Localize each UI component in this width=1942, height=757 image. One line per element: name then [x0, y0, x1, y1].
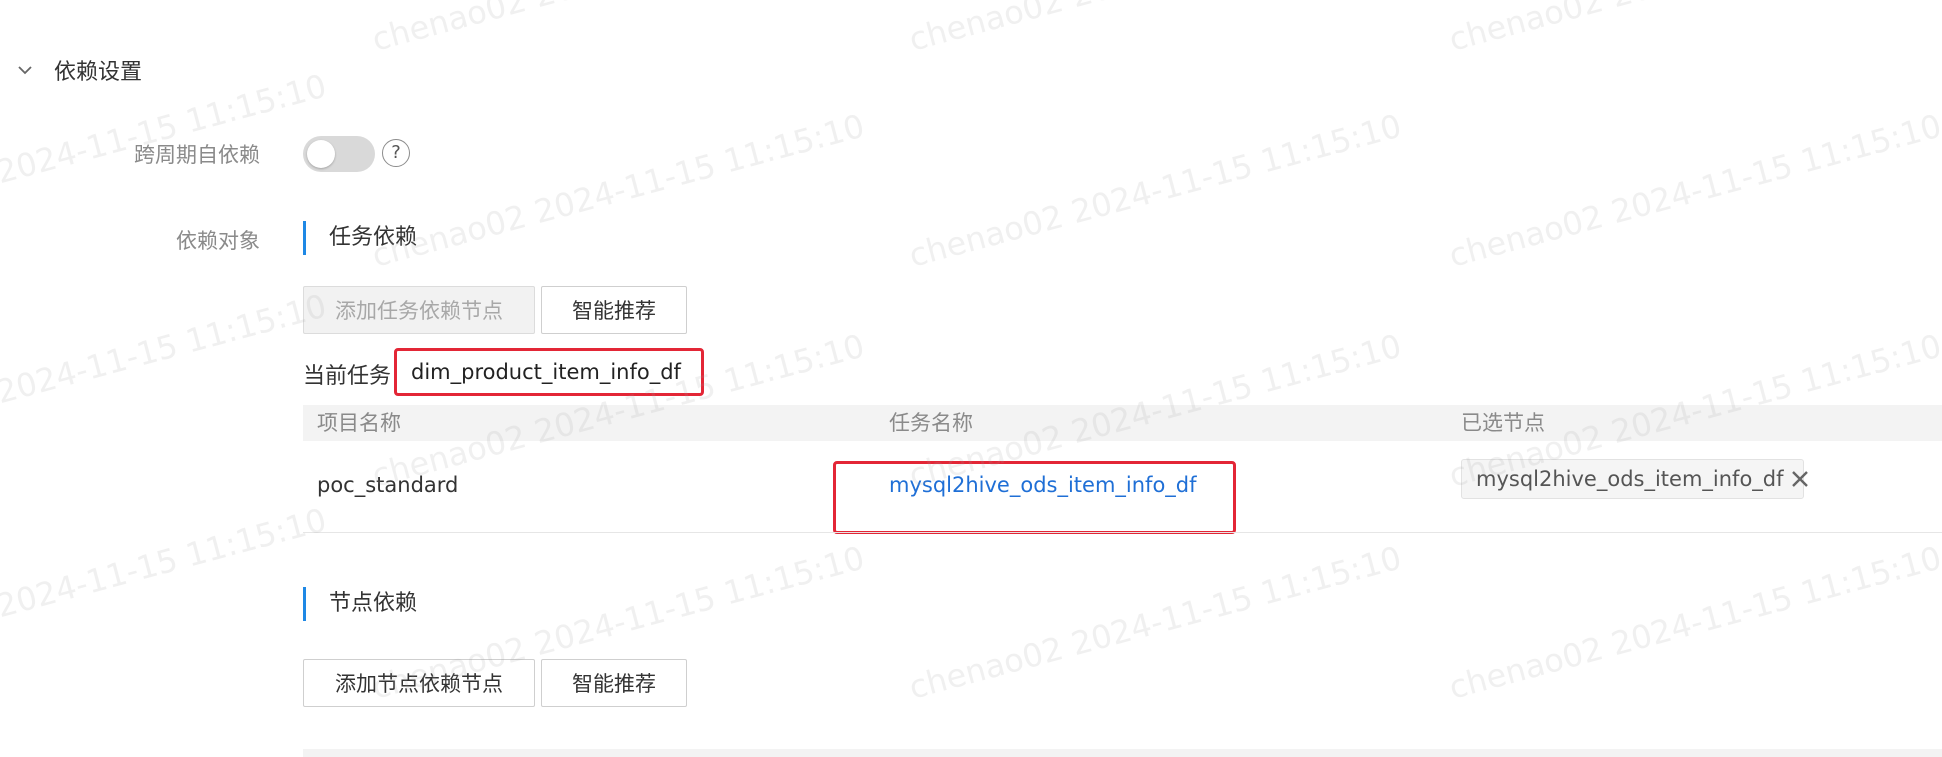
watermark: chenao02 2024-11-15 11:15:10	[368, 0, 868, 59]
next-table-header	[303, 749, 1942, 757]
column-selected-node: 已选节点	[1461, 411, 1545, 435]
row-divider	[303, 532, 1942, 533]
node-smart-recommend-button[interactable]: 智能推荐	[541, 659, 687, 707]
watermark: chenao02 2024-11-15 11:15:10	[1445, 0, 1942, 59]
watermark: chenao02 2024-11-15 11:15:10	[905, 538, 1406, 707]
close-icon[interactable]	[1790, 466, 1810, 492]
cross-cycle-label: 跨周期自依赖	[134, 143, 260, 167]
chevron-down-icon[interactable]	[10, 55, 40, 85]
column-task-name: 任务名称	[889, 411, 973, 435]
task-smart-recommend-button[interactable]: 智能推荐	[541, 286, 687, 334]
add-node-dependency-button[interactable]: 添加节点依赖节点	[303, 659, 535, 707]
help-icon[interactable]: ?	[382, 139, 410, 167]
watermark: chenao02 2024-11-15 11:15:10	[905, 106, 1406, 275]
watermark: chenao02 2024-11-15 11:15:10	[1445, 538, 1942, 707]
watermark: chenao02 2024-11-15 11:15:10	[0, 286, 331, 455]
section-header-dependency-settings[interactable]: 依赖设置	[10, 52, 142, 88]
node-dependency-title: 节点依赖	[303, 587, 417, 621]
watermark: chenao02 2024-11-15 11:15:10	[1445, 106, 1942, 275]
column-project-name: 项目名称	[317, 411, 401, 435]
task-table-header: 项目名称 任务名称 已选节点	[303, 405, 1942, 441]
current-task-value: dim_product_item_info_df	[394, 348, 704, 396]
selected-node-label: mysql2hive_ods_item_info_df	[1476, 467, 1784, 491]
watermark: chenao02 2024-11-15 11:15:10	[0, 500, 331, 669]
cross-cycle-toggle[interactable]	[303, 136, 375, 172]
selected-node-tag: mysql2hive_ods_item_info_df	[1461, 459, 1808, 499]
section-title: 依赖设置	[54, 60, 143, 85]
watermark: chenao02 2024-11-15 11:15:10	[368, 106, 869, 275]
add-task-dependency-button[interactable]: 添加任务依赖节点	[303, 286, 535, 334]
watermark: chenao02 2024-11-15 11:15:10	[905, 0, 1405, 59]
dependency-object-label: 依赖对象	[176, 229, 260, 253]
toggle-knob	[307, 140, 335, 168]
current-task-label: 当前任务	[303, 364, 392, 389]
task-dependency-title: 任务依赖	[303, 221, 417, 255]
row-project-name: poc_standard	[317, 473, 459, 497]
task-highlight-box	[833, 461, 1236, 534]
